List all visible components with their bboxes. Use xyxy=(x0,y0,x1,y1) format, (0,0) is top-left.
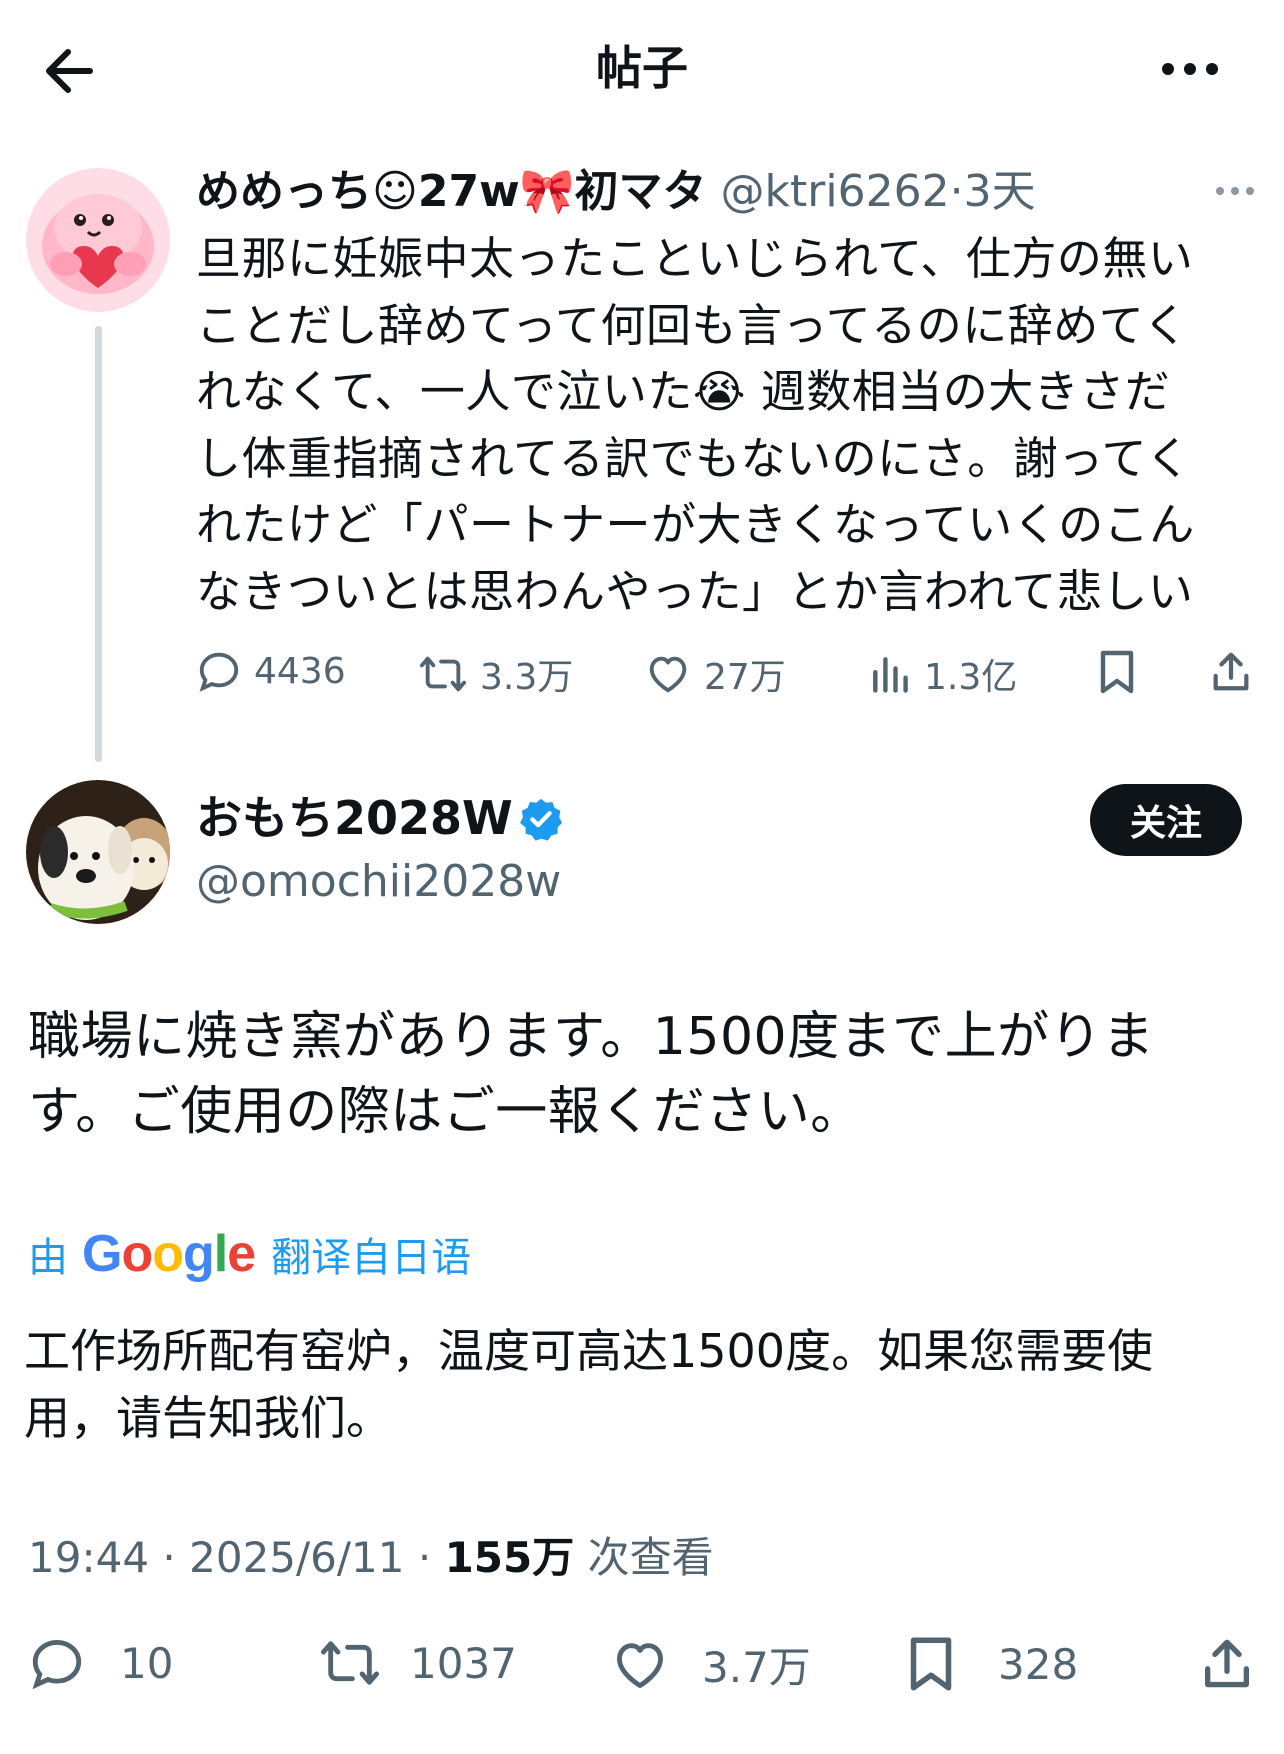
translate-language-link[interactable]: 翻译自日语 xyxy=(271,1225,471,1283)
like-count: 3.7万 xyxy=(702,1643,811,1692)
like-icon xyxy=(617,1642,663,1688)
parent-views-count: 1.3亿 xyxy=(924,657,1018,698)
reply-icon xyxy=(199,652,239,692)
parent-avatar[interactable] xyxy=(26,168,170,312)
avatar-image xyxy=(26,168,170,312)
google-logo: Google xyxy=(82,1225,256,1283)
text-line: 職場に焼き窯があります。1500度まで上がりま xyxy=(28,1007,1155,1067)
text-line: す。ご使用の際はご一報ください。 xyxy=(28,1082,863,1142)
parent-more-button[interactable] xyxy=(1210,176,1260,206)
text-line: れたけど「パートナーが大きくなっていくのこん xyxy=(196,498,1195,551)
reply-button[interactable]: 10 xyxy=(28,1634,173,1692)
tweet-meta: 19:44 · 2025/6/11 · 155万 次查看 xyxy=(28,1528,714,1588)
retweet-icon xyxy=(419,656,466,692)
main-tweet-text: 職場に焼き窯があります。1500度まで上がりま す。ご使用の際はご一報ください。 xyxy=(28,1000,1258,1150)
text-line: 工作场所配有窑炉，温度可高达1500度。如果您需要使 xyxy=(24,1324,1154,1378)
verified-badge xyxy=(518,796,564,842)
retweet-icon xyxy=(320,1641,379,1685)
views-icon xyxy=(873,657,908,693)
parent-retweet-button[interactable]: 3.3万 xyxy=(418,648,573,700)
translation-attribution: 由 Google 翻译自日语 xyxy=(28,1222,471,1286)
parent-display-name[interactable]: めめっち☺27w🎀初マタ xyxy=(196,166,707,217)
more-options-button[interactable] xyxy=(1150,44,1230,94)
translated-text: 工作场所配有窑炉，温度可高达1500度。如果您需要使 用，请告知我们。 xyxy=(24,1318,1254,1452)
tweet-time[interactable]: 19:44 xyxy=(28,1533,149,1582)
share-icon xyxy=(1213,652,1249,691)
parent-share-button[interactable] xyxy=(1208,648,1266,696)
share-icon xyxy=(1205,1639,1249,1688)
retweet-count: 1037 xyxy=(410,1638,517,1688)
parent-retweet-count: 3.3万 xyxy=(480,657,574,698)
views-count: 155万 xyxy=(444,1533,575,1582)
parent-reply-button[interactable]: 4436 xyxy=(196,648,346,694)
bookmark-icon xyxy=(910,1637,952,1691)
text-line: 旦那に妊娠中太ったこといじられて、仕方の無い xyxy=(196,232,1194,285)
parent-tweet-text: 旦那に妊娠中太ったこといじられて、仕方の無い ことだし辞めてって何回も言ってるの… xyxy=(196,226,1272,625)
tweet-date[interactable]: 2025/6/11 xyxy=(189,1533,404,1582)
parent-like-button[interactable]: 27万 xyxy=(644,648,786,700)
main-handle[interactable]: @omochii2028w xyxy=(196,852,561,912)
like-icon xyxy=(649,656,687,693)
avatar-image xyxy=(26,780,170,924)
reply-icon xyxy=(32,1640,82,1690)
bookmark-icon xyxy=(1100,650,1134,694)
page-title: 帖子 xyxy=(596,41,688,95)
follow-button[interactable]: 关注 xyxy=(1090,784,1242,856)
meta-separator: · xyxy=(162,1533,176,1582)
like-button[interactable]: 3.7万 xyxy=(610,1634,811,1695)
retweet-button[interactable]: 1037 xyxy=(318,1634,517,1692)
bookmark-count: 328 xyxy=(998,1639,1079,1689)
views-label: 次查看 xyxy=(587,1533,714,1582)
verified-badge-icon xyxy=(520,798,563,841)
parent-tweet-header: めめっち☺27w🎀初マタ @ktri6262·3天 xyxy=(196,162,1036,222)
share-button[interactable] xyxy=(1198,1634,1268,1694)
more-icon xyxy=(1216,187,1254,195)
parent-handle[interactable]: @ktri6262 xyxy=(721,166,950,217)
text-line: れなくて、一人で泣いた😭 週数相当の大きさだ xyxy=(196,365,1171,418)
reply-count: 10 xyxy=(120,1638,174,1688)
text-line: なきついとは思わんやった」とか言われて悲しい xyxy=(196,564,1194,618)
thread-line xyxy=(95,326,102,762)
parent-views-button[interactable]: 1.3亿 xyxy=(868,648,1017,700)
parent-separator: · xyxy=(949,166,964,217)
text-line: ことだし辞めてって何回も言ってるのに辞めてく xyxy=(196,298,1189,352)
parent-reply-count: 4436 xyxy=(254,650,346,692)
parent-bookmark-button[interactable] xyxy=(1096,648,1150,696)
more-icon xyxy=(1162,63,1218,75)
bookmark-button[interactable]: 328 xyxy=(906,1634,1078,1694)
translate-prefix: 由 xyxy=(28,1235,68,1281)
text-line: 用，请告知我们。 xyxy=(24,1391,392,1445)
main-display-name[interactable]: おもち2028W xyxy=(196,788,513,848)
text-line: し体重指摘されてる訳でもないのにさ。謝ってく xyxy=(196,431,1192,485)
parent-time[interactable]: 3天 xyxy=(964,166,1036,217)
parent-like-count: 27万 xyxy=(704,657,786,698)
main-avatar[interactable] xyxy=(26,780,170,924)
meta-separator: · xyxy=(417,1533,432,1582)
